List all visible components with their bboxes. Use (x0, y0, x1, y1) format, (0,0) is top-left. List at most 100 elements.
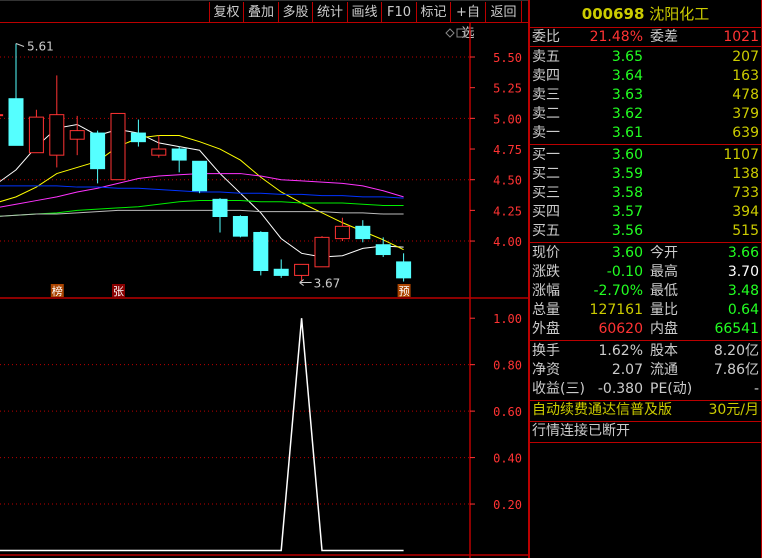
buy-level-label: 买三 (532, 185, 560, 201)
status-row: 行情连接已断开 (530, 422, 761, 443)
candle[interactable] (232, 215, 248, 238)
y-tick-label: 4.50 (493, 174, 522, 188)
candle[interactable] (253, 231, 269, 276)
chart-area[interactable]: 5.505.255.004.754.504.254.005.613.67榜张预 … (0, 23, 528, 558)
candle[interactable] (171, 146, 187, 173)
fund-row: 收益(三) -0.380 PE(动) - (530, 380, 761, 399)
candle-body (314, 236, 330, 268)
candle[interactable] (396, 253, 412, 282)
sell-level-value2: 379 (732, 106, 759, 122)
y-tick-label: 0.40 (493, 452, 522, 466)
sell-level-value2: 207 (732, 49, 759, 65)
promo-price[interactable]: 30元/月 (708, 401, 759, 420)
toolbar-button-1[interactable]: 叠加 (243, 2, 278, 23)
candle-body (212, 198, 228, 218)
buy-level: 买四 3.57 394 (530, 203, 761, 222)
stat-row-value2: 66541 (714, 321, 759, 337)
buy-level-label: 买四 (532, 204, 560, 220)
toolbar-button-4[interactable]: 画线 (347, 2, 381, 23)
toolbar-button-7[interactable]: +自选 (450, 2, 485, 41)
y-tick-label: 5.00 (493, 112, 522, 126)
sell-level-value: 3.61 (611, 125, 643, 141)
weibi-row: 委比 21.48% 委差 1021 (530, 28, 761, 47)
fund-row-label: 收益(三) (532, 381, 585, 397)
candle[interactable] (0, 107, 4, 117)
buy-level-value: 3.59 (611, 166, 643, 182)
promo-text[interactable]: 自动续费通达信普及版 (532, 401, 672, 420)
candle[interactable] (151, 135, 167, 158)
candle[interactable] (334, 217, 350, 242)
event-marker[interactable]: 榜 (50, 284, 64, 298)
stat-row-label: 现价 (532, 245, 560, 261)
sell-level-label: 卖四 (532, 68, 560, 84)
event-marker[interactable]: 张 (112, 284, 125, 298)
candle-body (130, 132, 146, 143)
y-tick-label: 4.25 (493, 204, 522, 218)
fund-row-label: 净资 (532, 362, 560, 378)
toolbar-button-6[interactable]: 标记 (416, 2, 450, 23)
y-tick-label: 1.00 (493, 312, 522, 326)
candle[interactable] (192, 160, 208, 194)
toolbar-button-0[interactable]: 复权 (209, 2, 243, 23)
panel-toggle-icon[interactable] (456, 28, 466, 38)
toolbar-button-2[interactable]: 多股 (278, 2, 312, 23)
candle[interactable] (355, 220, 371, 243)
sell-level-value: 3.65 (611, 49, 643, 65)
candle[interactable] (90, 130, 106, 184)
quote-panel: 000698 沈阳化工 委比 21.48% 委差 1021 卖五 3.65 207 卖… (528, 0, 762, 558)
candle[interactable] (375, 237, 391, 258)
y-tick-label: 4.75 (493, 143, 522, 157)
candle[interactable] (28, 109, 44, 154)
stock-name: 沈阳化工 (649, 5, 710, 23)
candle-body (355, 225, 371, 240)
buy-level-value2: 138 (732, 166, 759, 182)
candle[interactable] (314, 236, 330, 268)
candle-body (192, 160, 208, 192)
y-tick-label: 0.80 (493, 359, 522, 373)
candle-body (0, 114, 4, 117)
y-tick-label: 5.50 (493, 51, 522, 65)
candle[interactable] (273, 259, 289, 278)
candle[interactable] (8, 43, 24, 146)
weibi-label: 委比 (532, 29, 560, 45)
sell-level-label: 卖三 (532, 87, 560, 103)
fund-row-value: 2.07 (611, 362, 643, 378)
candle-body (375, 244, 391, 256)
connection-status: 行情连接已断开 (532, 423, 630, 439)
sell-level-value2: 478 (732, 87, 759, 103)
event-marker[interactable]: 预 (397, 284, 411, 298)
candle[interactable] (212, 198, 228, 233)
fund-row-label2: PE(动) (650, 381, 693, 397)
stat-row-label2: 今开 (650, 245, 678, 261)
low-price-label: 3.67 (314, 277, 341, 291)
stat-row-label: 外盘 (532, 321, 560, 337)
candle[interactable] (49, 75, 65, 168)
toolbar-button-3[interactable]: 统计 (312, 2, 347, 23)
sell-level-label: 卖一 (532, 125, 560, 141)
candle-body (396, 261, 412, 279)
stat-row-value: 60620 (598, 321, 643, 337)
fund-row-value2: - (753, 381, 759, 397)
candle[interactable] (294, 263, 310, 282)
promo-row[interactable]: 自动续费通达信普及版 30元/月 (530, 401, 761, 422)
buy-level-value: 3.60 (611, 147, 643, 163)
toolbar-button-5[interactable]: F10 (381, 2, 416, 23)
candle-body (294, 263, 310, 276)
weicha-value: 1021 (723, 29, 759, 45)
sell-level: 卖四 3.64 163 (530, 67, 761, 86)
candle[interactable] (69, 115, 85, 156)
candle-body (8, 98, 24, 146)
candle[interactable] (130, 119, 146, 147)
weicha-label: 委差 (650, 29, 678, 45)
quote-stats: 现价 3.60 今开 3.66 涨跌 -0.10 最高 3.70 涨幅 -2.70% 最低 3.48 总… (530, 243, 761, 341)
diamond-icon[interactable] (445, 28, 455, 38)
buy-level-value2: 394 (732, 204, 759, 220)
stat-row-label2: 量比 (650, 302, 678, 318)
stat-row-value: 127161 (589, 302, 643, 318)
buy-level-label: 买一 (532, 147, 560, 163)
indicator-line (0, 318, 404, 552)
candle-body (49, 114, 65, 156)
candle[interactable] (110, 112, 126, 181)
buy-level: 买一 3.60 1107 (530, 146, 761, 165)
toolbar-button-8[interactable]: 返回 (485, 2, 521, 23)
